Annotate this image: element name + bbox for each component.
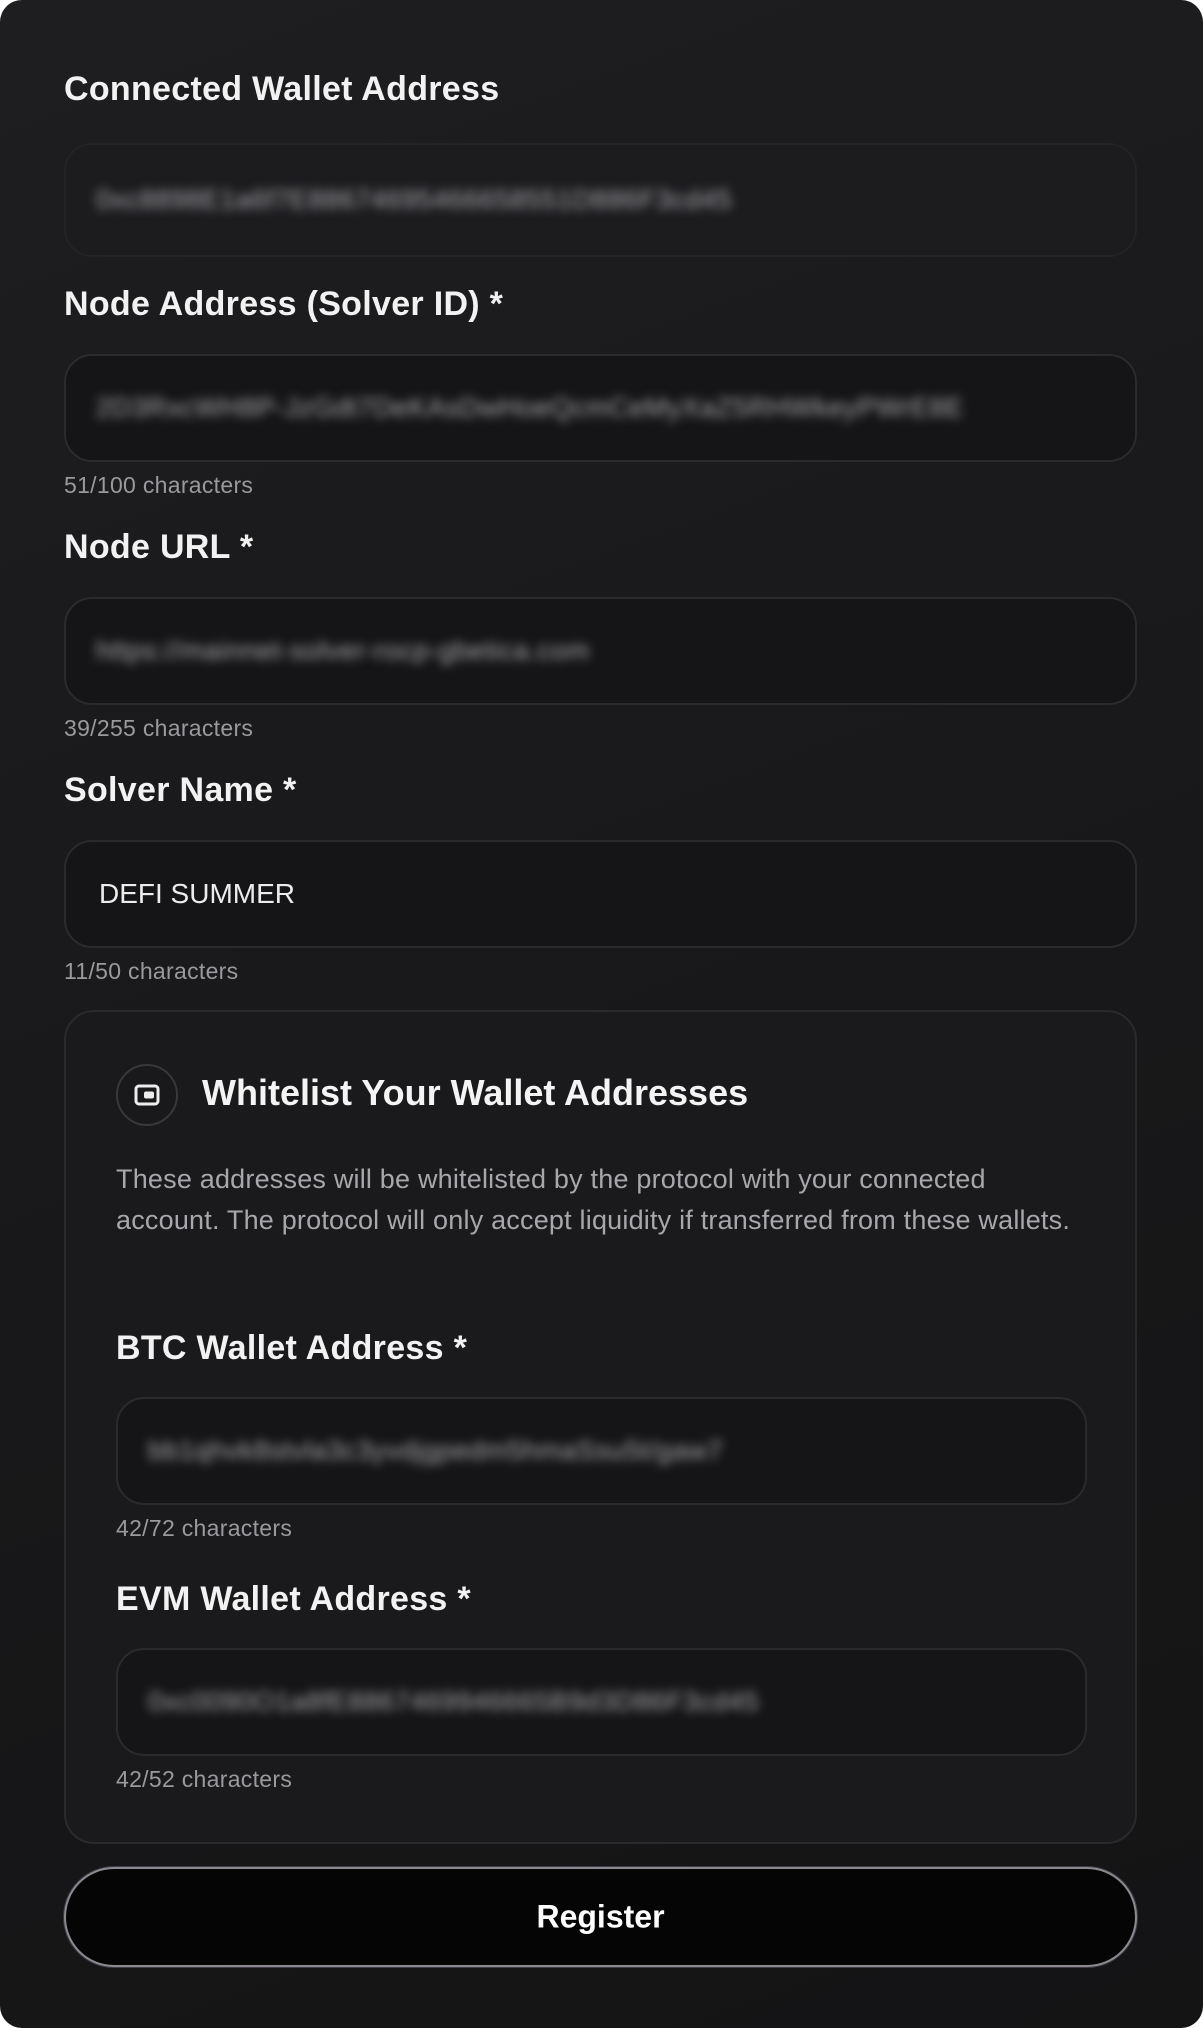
- solver-name-value: DEFI SUMMER: [99, 878, 295, 909]
- btc-wallet-counter: 42/72 characters: [116, 1515, 293, 1541]
- node-address-counter: 51/100 characters: [64, 472, 254, 498]
- connected-wallet-value: 0xc8898E1a6f7E88674695466658551D886F3cd4…: [96, 184, 733, 215]
- node-url-value: https://mainnet-solver-rocp-gbetica.com: [96, 635, 590, 666]
- evm-wallet-input[interactable]: 0xc0090O1a8fE8867469946665B9d3D86F3cd45: [116, 1648, 1087, 1756]
- connected-wallet-field: 0xc8898E1a6f7E88674695466658551D886F3cd4…: [64, 143, 1137, 257]
- registration-form-card: Connected Wallet Address 0xc8898E1a6f7E8…: [0, 0, 1203, 2028]
- evm-wallet-counter: 42/52 characters: [116, 1766, 293, 1792]
- evm-wallet-value: 0xc0090O1a8fE8867469946665B9d3D86F3cd45: [148, 1686, 759, 1717]
- whitelist-description: These addresses will be whitelisted by t…: [116, 1164, 1071, 1235]
- evm-wallet-label: EVM Wallet Address *: [116, 1580, 471, 1618]
- register-button-label: Register: [536, 1898, 665, 1935]
- solver-name-label: Solver Name *: [64, 771, 297, 809]
- node-url-label: Node URL *: [64, 528, 254, 566]
- btc-wallet-value: bb1qhvk8stvla3c3yvdjgpedm5hmaSsu5t/gaw7: [148, 1435, 723, 1466]
- node-url-counter: 39/255 characters: [64, 715, 254, 741]
- solver-name-input[interactable]: DEFI SUMMER: [64, 840, 1137, 948]
- whitelist-title: Whitelist Your Wallet Addresses: [202, 1072, 749, 1113]
- node-address-input[interactable]: 2D3RxcWH8P-JzGdt7DeKAsDwHoeQcmCeMyXaZ5RH…: [64, 354, 1137, 462]
- node-address-label: Node Address (Solver ID) *: [64, 285, 504, 323]
- connected-wallet-label: Connected Wallet Address: [64, 70, 500, 108]
- btc-wallet-input[interactable]: bb1qhvk8stvla3c3yvdjgpedm5hmaSsu5t/gaw7: [116, 1397, 1087, 1505]
- solver-name-counter: 11/50 characters: [64, 958, 239, 984]
- btc-wallet-label: BTC Wallet Address *: [116, 1329, 468, 1367]
- register-button[interactable]: Register: [64, 1867, 1137, 1967]
- node-address-value: 2D3RxcWH8P-JzGdt7DeKAsDwHoeQcmCeMyXaZ5RH…: [96, 392, 964, 423]
- node-url-input[interactable]: https://mainnet-solver-rocp-gbetica.com: [64, 597, 1137, 705]
- whitelist-panel: Whitelist Your Wallet Addresses These ad…: [64, 1010, 1137, 1844]
- wallet-icon: [116, 1064, 178, 1126]
